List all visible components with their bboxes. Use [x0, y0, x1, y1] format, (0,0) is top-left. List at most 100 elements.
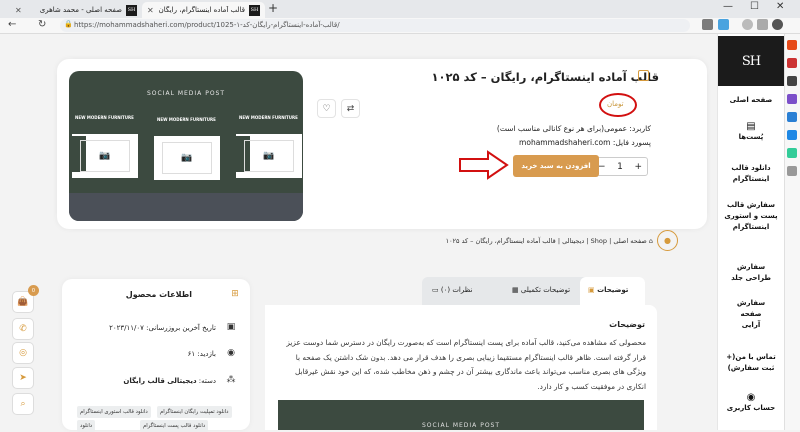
heart-icon: ♡: [322, 103, 331, 114]
whatsapp-button[interactable]: ◎: [12, 342, 34, 364]
camera-icon: 📷: [244, 140, 294, 172]
breadcrumb-item: قالب آماده اینستاگرام، رایگان – کد ۱۰۲۵: [445, 237, 556, 245]
tag-chip[interactable]: دانلود قالب پست اینستاگرام: [140, 420, 209, 432]
extension-icon[interactable]: [718, 19, 729, 30]
poster-thumb: NEW MODERN FURNITURE 📷: [154, 114, 220, 180]
comment-icon: ▭: [432, 286, 439, 294]
new-tab-icon[interactable]: +: [268, 1, 278, 15]
plus-button[interactable]: +: [634, 162, 642, 172]
user-icon: ◉: [746, 392, 756, 403]
annotation-circle: [599, 93, 637, 117]
nav-item-posts[interactable]: ▤ پُست‌ها: [718, 121, 784, 143]
camera-icon: 📷: [162, 142, 212, 174]
nav-item-home[interactable]: صفحه اصلی: [718, 95, 784, 106]
tag-chip[interactable]: دانلود: [77, 420, 96, 432]
bag-icon: 👜: [17, 297, 29, 307]
profile-icon[interactable]: [772, 19, 783, 30]
send-icon: ➤: [19, 373, 27, 383]
description-image: SOCIAL MEDIA POST: [278, 400, 644, 430]
phone-button[interactable]: ✆: [12, 318, 34, 340]
nav-item-account[interactable]: ◉ حساب کاربری: [718, 392, 784, 414]
wishlist-button[interactable]: ♡: [317, 99, 336, 118]
home-icon: ⌂: [646, 237, 653, 245]
maximize-icon[interactable]: ☐: [750, 1, 759, 12]
nav-item-order-cover[interactable]: سفارش طراحی جلد: [718, 262, 784, 284]
sidebar-app-icon[interactable]: [787, 148, 797, 158]
product-title: قالب آماده اینستاگرام، رایگان – کد ۱۰۲۵: [431, 70, 659, 84]
close-tab-icon[interactable]: ✕: [147, 6, 154, 15]
nav-item-download[interactable]: دانلود قالب اینستاگرام: [718, 163, 784, 185]
product-password: پسورد فایل: mohammadshaheri.com: [519, 138, 651, 147]
tag-chip[interactable]: دانلود تمپلیت رایگان اینستاگرام: [157, 406, 232, 418]
quantity-stepper[interactable]: − 1 +: [592, 157, 648, 176]
breadcrumb-item[interactable]: Shop: [591, 237, 607, 245]
grid-icon: ⊞: [231, 289, 239, 299]
poster-thumb: NEW MODERN FURNITURE 📷: [236, 112, 302, 178]
sidebar-app-icon[interactable]: [787, 112, 797, 122]
tag-chip[interactable]: دانلود قالب استوری اینستاگرام: [77, 406, 151, 418]
lock-icon[interactable]: 🔒: [64, 20, 73, 28]
browser-tab-product[interactable]: SH قالب آماده اینستاگرام، رایگان - کد ۱ …: [142, 2, 265, 18]
whatsapp-icon: ◎: [19, 348, 27, 358]
lock-icon: [638, 70, 649, 81]
search-button[interactable]: ⌕: [12, 393, 34, 415]
add-icon[interactable]: [787, 166, 797, 176]
back-icon[interactable]: ←: [8, 19, 16, 30]
phone-icon: ✆: [19, 324, 27, 334]
favorites-icon[interactable]: [742, 19, 753, 30]
tab-additional-info[interactable]: توضیحات تکمیلی ▦: [512, 286, 570, 294]
category-label: دسته:: [198, 377, 216, 385]
nav-item-order-instagram[interactable]: سفارش قالب پست و استوری اینستاگرام: [718, 200, 784, 233]
sidebar-app-icon[interactable]: [787, 40, 797, 50]
poster-thumb: NEW MODERN FURNITURE 📷: [72, 112, 138, 178]
minimize-icon[interactable]: —: [723, 1, 733, 12]
browser-tab-home[interactable]: SH صفحه اصلی - محمد شاهری ✕: [10, 2, 142, 18]
breadcrumb-item[interactable]: صفحه اصلی: [613, 237, 646, 245]
document-icon: ▣: [588, 286, 595, 294]
category-icon: ⁂: [226, 375, 236, 385]
list-icon: ▦: [512, 286, 519, 294]
close-window-icon[interactable]: ✕: [776, 1, 784, 12]
telegram-button[interactable]: ➤: [12, 367, 34, 389]
breadcrumb-item[interactable]: دیجیتالی: [562, 237, 584, 245]
quantity-value[interactable]: 1: [617, 162, 623, 172]
cart-count-badge: 0: [28, 285, 39, 296]
site-favicon: SH: [249, 4, 260, 16]
info-category: دسته: دیجیتالی قالب رایگان: [123, 377, 216, 385]
sidebar-app-icon[interactable]: [787, 76, 797, 86]
calendar-icon: ▣: [226, 322, 236, 332]
scroll-indicator-icon[interactable]: ●: [657, 230, 678, 251]
tab-label: قالب آماده اینستاگرام، رایگان - کد ۱: [158, 6, 245, 14]
tab-reviews[interactable]: نظرات (۰) ▭: [432, 286, 472, 294]
add-to-cart-button[interactable]: افزودن به سبد خرید: [513, 155, 599, 177]
close-tab-icon[interactable]: ✕: [15, 6, 22, 15]
camera-icon: 📷: [80, 140, 130, 172]
nav-item-order-layout[interactable]: سفارش صفحه آرایی: [718, 298, 784, 331]
nav-item-contact[interactable]: تماس با من(+ ثبت سفارش): [718, 352, 784, 374]
eye-icon: ◉: [227, 348, 235, 358]
tab-label: صفحه اصلی - محمد شاهری: [39, 6, 122, 14]
address-bar[interactable]: https://mohammadshaheri.com/product/1025…: [60, 19, 690, 32]
site-favicon: SH: [126, 4, 137, 16]
compare-icon: ⇄: [346, 103, 355, 114]
minus-button[interactable]: −: [598, 162, 606, 172]
image-title: SOCIAL MEDIA POST: [146, 90, 226, 97]
reload-icon[interactable]: ↻: [38, 19, 46, 30]
extension-icon[interactable]: [702, 19, 713, 30]
product-category: کاربرد: عمومی(برای هر نوع کانالی مناسب ا…: [496, 124, 651, 133]
category-value[interactable]: دیجیتالی قالب رایگان: [123, 377, 196, 385]
info-updated: تاریخ آخرین بروزرسانی: ۲۰۲۳/۱۱/۰۷: [109, 324, 216, 332]
collections-icon[interactable]: [757, 19, 768, 30]
product-image-footer: [69, 193, 303, 221]
breadcrumb: ⌂ صفحه اصلی | Shop | دیجیتالی | قالب آما…: [445, 237, 653, 245]
tab-description[interactable]: توضیحات ▣: [588, 286, 628, 294]
sidebar-app-icon[interactable]: [787, 130, 797, 140]
search-icon: ⌕: [20, 399, 26, 409]
sidebar-app-icon[interactable]: [787, 94, 797, 104]
site-logo[interactable]: SH: [718, 36, 784, 86]
info-views: بازدید: ۶۱: [187, 350, 216, 358]
info-title: اطلاعات محصول: [125, 290, 192, 299]
compare-button[interactable]: ⇄: [341, 99, 360, 118]
news-icon: ▤: [746, 121, 756, 132]
sidebar-app-icon[interactable]: [787, 58, 797, 68]
